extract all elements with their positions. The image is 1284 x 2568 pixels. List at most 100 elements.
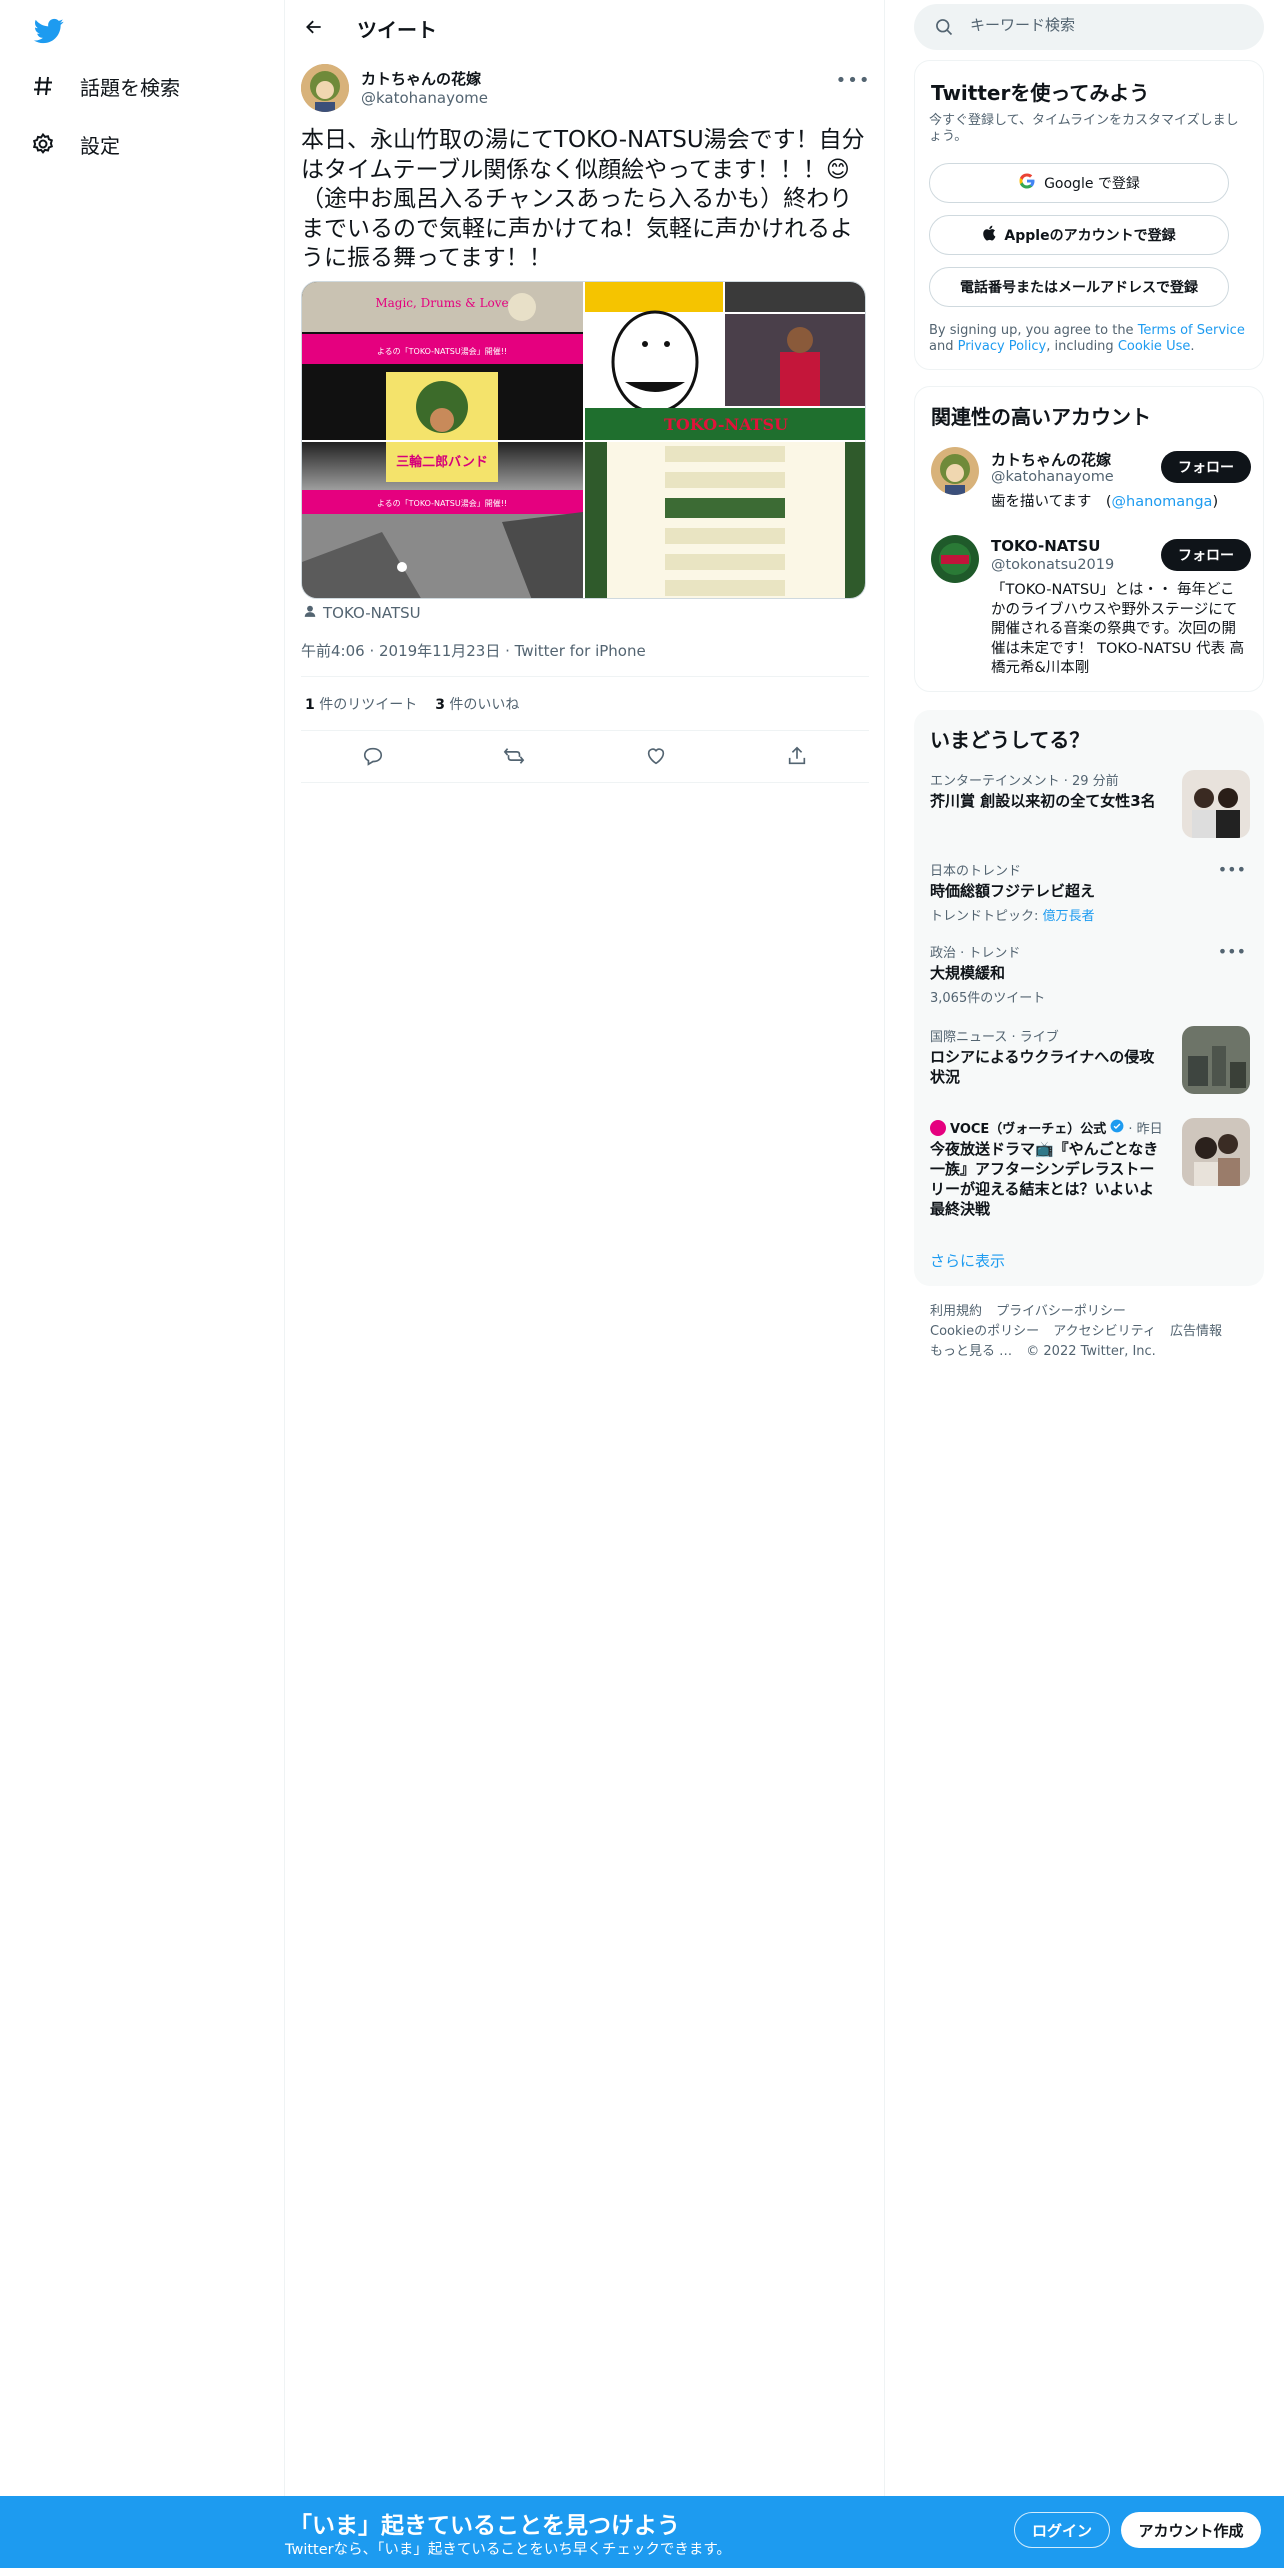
search-input[interactable] xyxy=(970,16,1240,34)
account-name[interactable]: カトちゃんの花嫁 xyxy=(991,449,1111,470)
poster-subtitle-2: よるの「TOKO-NATSU湯会」開催!! xyxy=(377,498,507,508)
media-tag-label: TOKO-NATSU xyxy=(323,604,421,622)
account-item[interactable]: カトちゃんの花嫁 @katohanayome フォロー 歯を描いてます (@ha… xyxy=(931,447,1251,527)
trend-title: 大規模緩和 xyxy=(930,964,1006,982)
like-heart-icon[interactable] xyxy=(639,740,673,772)
account-name[interactable]: TOKO-NATSU xyxy=(991,537,1100,555)
trend-thumbnail[interactable] xyxy=(1182,770,1250,838)
apple-icon xyxy=(982,225,996,245)
tweet-timestamp[interactable]: 午前4:06 · 2019年11月23日 · Twitter for iPhon… xyxy=(301,640,646,661)
trend-item[interactable]: エンターテインメント · 29 分前 芥川賞 創設以来初の全て女性3名 xyxy=(930,770,1250,842)
reply-icon[interactable] xyxy=(356,740,390,772)
account-avatar[interactable] xyxy=(931,535,979,583)
voce-logo-icon xyxy=(930,1119,946,1136)
author-avatar[interactable] xyxy=(301,64,349,112)
signup-subtitle: 今すぐ登録して、タイムラインをカスタマイズしましょう。 xyxy=(929,113,1239,144)
divider xyxy=(301,676,869,677)
trend-thumbnail[interactable] xyxy=(1182,1026,1250,1094)
trend-subtext: トレンドトピック: 億万長者 xyxy=(930,909,1095,924)
show-more-link[interactable]: さらに表示 xyxy=(930,1250,1005,1271)
trend-subtext: 3,065件のツイート xyxy=(930,991,1046,1006)
retweet-count[interactable]: 1 件のリツイート xyxy=(305,694,417,714)
login-button[interactable]: ログイン xyxy=(1014,2512,1110,2548)
footer-ads-link[interactable]: 広告情報 xyxy=(1170,1324,1222,1339)
mention-link[interactable]: @hanomanga xyxy=(1112,494,1213,510)
search-box[interactable] xyxy=(914,4,1264,50)
relevant-title: 関連性の高いアカウント xyxy=(931,405,1151,429)
privacy-link[interactable]: Privacy Policy xyxy=(958,339,1047,354)
footer-terms-link[interactable]: 利用規約 xyxy=(930,1304,982,1319)
more-options-icon[interactable]: ••• xyxy=(836,66,870,94)
trend-thumbnail[interactable] xyxy=(1182,1118,1250,1186)
trend-item[interactable]: 政治 · トレンド 大規模緩和 3,065件のツイート ••• xyxy=(930,942,1250,1006)
tweet-stats: 1 件のリツイート 3 件のいいね xyxy=(305,694,519,714)
account-handle[interactable]: @katohanayome xyxy=(991,469,1114,485)
trend-topic-link[interactable]: 億万長者 xyxy=(1043,909,1095,924)
more-options-icon[interactable]: ••• xyxy=(1218,942,1246,961)
footer-accessibility-link[interactable]: アクセシビリティ xyxy=(1053,1324,1156,1339)
nav-settings-label: 設定 xyxy=(80,133,120,158)
tweet-text: 本日、永山竹取の湯にてTOKO-NATSU湯会です！自分はタイムテーブル関係なく… xyxy=(301,127,865,271)
account-handle[interactable]: @tokonatsu2019 xyxy=(991,557,1114,573)
phone-email-signup-label: 電話番号またはメールアドレスで登録 xyxy=(960,280,1198,296)
divider xyxy=(301,782,869,783)
share-icon[interactable] xyxy=(780,740,814,772)
trend-title: 時価総額フジテレビ超え xyxy=(930,882,1096,900)
like-count[interactable]: 3 件のいいね xyxy=(435,694,519,714)
divider xyxy=(301,730,869,731)
signup-card: Twitterを使ってみよう 今すぐ登録して、タイムラインをカスタマイズしましょ… xyxy=(914,60,1264,370)
media-tag[interactable]: TOKO-NATSU xyxy=(303,604,421,622)
footer-copyright: © 2022 Twitter, Inc. xyxy=(1026,1344,1156,1359)
signup-terms: By signing up, you agree to the Terms of… xyxy=(929,323,1245,354)
relevant-accounts-card: 関連性の高いアカウント カトちゃんの花嫁 @katohanayome フォロー … xyxy=(914,386,1264,692)
media-image-band-poster[interactable]: 三輪二郎バンド よるの「TOKO-NATSU湯会」開催!! xyxy=(302,442,583,598)
trend-item[interactable]: 国際ニュース · ライブ ロシアによるウクライナへの侵攻状況 xyxy=(930,1026,1250,1098)
top-bar: ツイート xyxy=(285,0,885,54)
trends-title: いまどうしてる？ xyxy=(930,728,1090,752)
account-bio: 「TOKO-NATSU」とは・・ 毎年どこかのライブハウスや野外ステージにて開催… xyxy=(991,582,1245,676)
back-arrow-icon[interactable] xyxy=(297,10,331,44)
nav-explore-label: 話題を検索 xyxy=(80,75,180,100)
nav-explore[interactable]: 話題を検索 xyxy=(30,64,180,108)
tweet-media-grid: Magic, Drums & Love よるの「TOKO-NATSU湯会」開催!… xyxy=(301,281,866,599)
poster-title: Magic, Drums & Love xyxy=(375,296,508,310)
footer-more-link[interactable]: もっと見る … xyxy=(930,1344,1012,1359)
nav-settings[interactable]: 設定 xyxy=(30,122,120,166)
left-navigation: 話題を検索 設定 xyxy=(0,0,285,2568)
search-icon xyxy=(934,17,954,41)
google-icon xyxy=(1018,172,1036,194)
follow-button[interactable]: フォロー xyxy=(1161,451,1251,483)
terms-link[interactable]: Terms of Service xyxy=(1138,323,1245,338)
footer-links: 利用規約 プライバシーポリシー Cookieのポリシー アクセシビリティ 広告情… xyxy=(930,1302,1260,1362)
media-image-timetable[interactable] xyxy=(585,442,865,598)
author-name[interactable]: カトちゃんの花嫁 xyxy=(361,68,481,89)
trend-title: 芥川賞 創設以来初の全て女性3名 xyxy=(930,792,1156,810)
media-image-poster[interactable]: Magic, Drums & Love よるの「TOKO-NATSU湯会」開催!… xyxy=(302,282,583,440)
page-title: ツイート xyxy=(357,18,437,42)
google-signup-button[interactable]: Google で登録 xyxy=(929,163,1229,203)
account-avatar[interactable] xyxy=(931,447,979,495)
author-handle[interactable]: @katohanayome xyxy=(361,89,488,107)
banner-title: 「いま」起きていることを見つけよう xyxy=(289,2513,680,2539)
media-image-illustration[interactable]: TOKO-NATSU xyxy=(585,282,865,440)
trend-item[interactable]: VOCE（ヴォーチェ）公式 · 昨日 今夜放送ドラマ📺『やんごとなき一族』アフタ… xyxy=(930,1118,1250,1228)
footer-cookie-link[interactable]: Cookieのポリシー xyxy=(930,1324,1039,1339)
account-item[interactable]: TOKO-NATSU @tokonatsu2019 フォロー 「TOKO-NAT… xyxy=(931,535,1251,676)
poster-subtitle: よるの「TOKO-NATSU湯会」開催!! xyxy=(377,346,507,356)
hashtag-icon xyxy=(30,73,56,99)
trend-title: ロシアによるウクライナへの侵攻状況 xyxy=(930,1048,1155,1086)
footer-privacy-link[interactable]: プライバシーポリシー xyxy=(996,1304,1126,1319)
trend-context: 政治 · トレンド xyxy=(930,946,1021,961)
apple-signup-button[interactable]: Appleのアカウントで登録 xyxy=(929,215,1229,255)
account-bio: 歯を描いてます (@hanomanga) xyxy=(991,494,1219,510)
retweet-icon[interactable] xyxy=(497,740,531,772)
more-options-icon[interactable]: ••• xyxy=(1218,860,1246,879)
create-account-button[interactable]: アカウント作成 xyxy=(1121,2512,1261,2548)
verified-badge-icon xyxy=(1110,1119,1124,1137)
cookie-link[interactable]: Cookie Use xyxy=(1118,339,1191,354)
phone-email-signup-button[interactable]: 電話番号またはメールアドレスで登録 xyxy=(929,267,1229,307)
twitter-bird-icon[interactable] xyxy=(33,16,65,46)
follow-button[interactable]: フォロー xyxy=(1161,539,1251,571)
trend-item[interactable]: 日本のトレンド 時価総額フジテレビ超え トレンドトピック: 億万長者 ••• xyxy=(930,860,1250,924)
google-signup-label: Google で登録 xyxy=(1044,176,1140,192)
